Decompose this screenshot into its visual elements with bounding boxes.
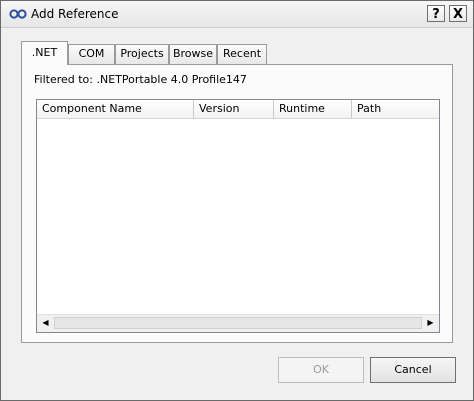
component-list[interactable]: Component Name Version Runtime Path ◀ ▶	[36, 99, 440, 333]
scroll-left-icon[interactable]: ◀	[37, 315, 54, 331]
column-header-path[interactable]: Path	[352, 100, 439, 118]
filter-label: Filtered to: .NETPortable 4.0 Profile147	[34, 73, 247, 86]
help-button[interactable]: ?	[427, 5, 445, 22]
close-button[interactable]: X	[449, 5, 467, 22]
tab-panel-net: Filtered to: .NETPortable 4.0 Profile147…	[21, 64, 453, 343]
add-reference-dialog: Add Reference ? X .NET COM Projects Brow…	[0, 0, 474, 401]
scroll-thumb[interactable]	[54, 317, 422, 329]
column-header-component-name[interactable]: Component Name	[37, 100, 194, 118]
list-header: Component Name Version Runtime Path	[37, 100, 439, 119]
dialog-title: Add Reference	[31, 7, 119, 21]
reference-icon	[9, 9, 27, 19]
ok-button[interactable]: OK	[278, 357, 364, 383]
cancel-button[interactable]: Cancel	[370, 357, 456, 383]
column-header-version[interactable]: Version	[194, 100, 274, 118]
list-rows	[37, 118, 439, 314]
tab-projects[interactable]: Projects	[115, 44, 169, 64]
horizontal-scrollbar[interactable]: ◀ ▶	[37, 314, 439, 332]
tab-net[interactable]: .NET	[21, 41, 68, 65]
column-header-runtime[interactable]: Runtime	[274, 100, 352, 118]
tab-com[interactable]: COM	[68, 44, 115, 64]
tab-recent[interactable]: Recent	[217, 44, 267, 64]
title-bar: Add Reference ? X	[1, 1, 473, 28]
tab-browse[interactable]: Browse	[169, 44, 217, 64]
scroll-right-icon[interactable]: ▶	[422, 315, 439, 331]
